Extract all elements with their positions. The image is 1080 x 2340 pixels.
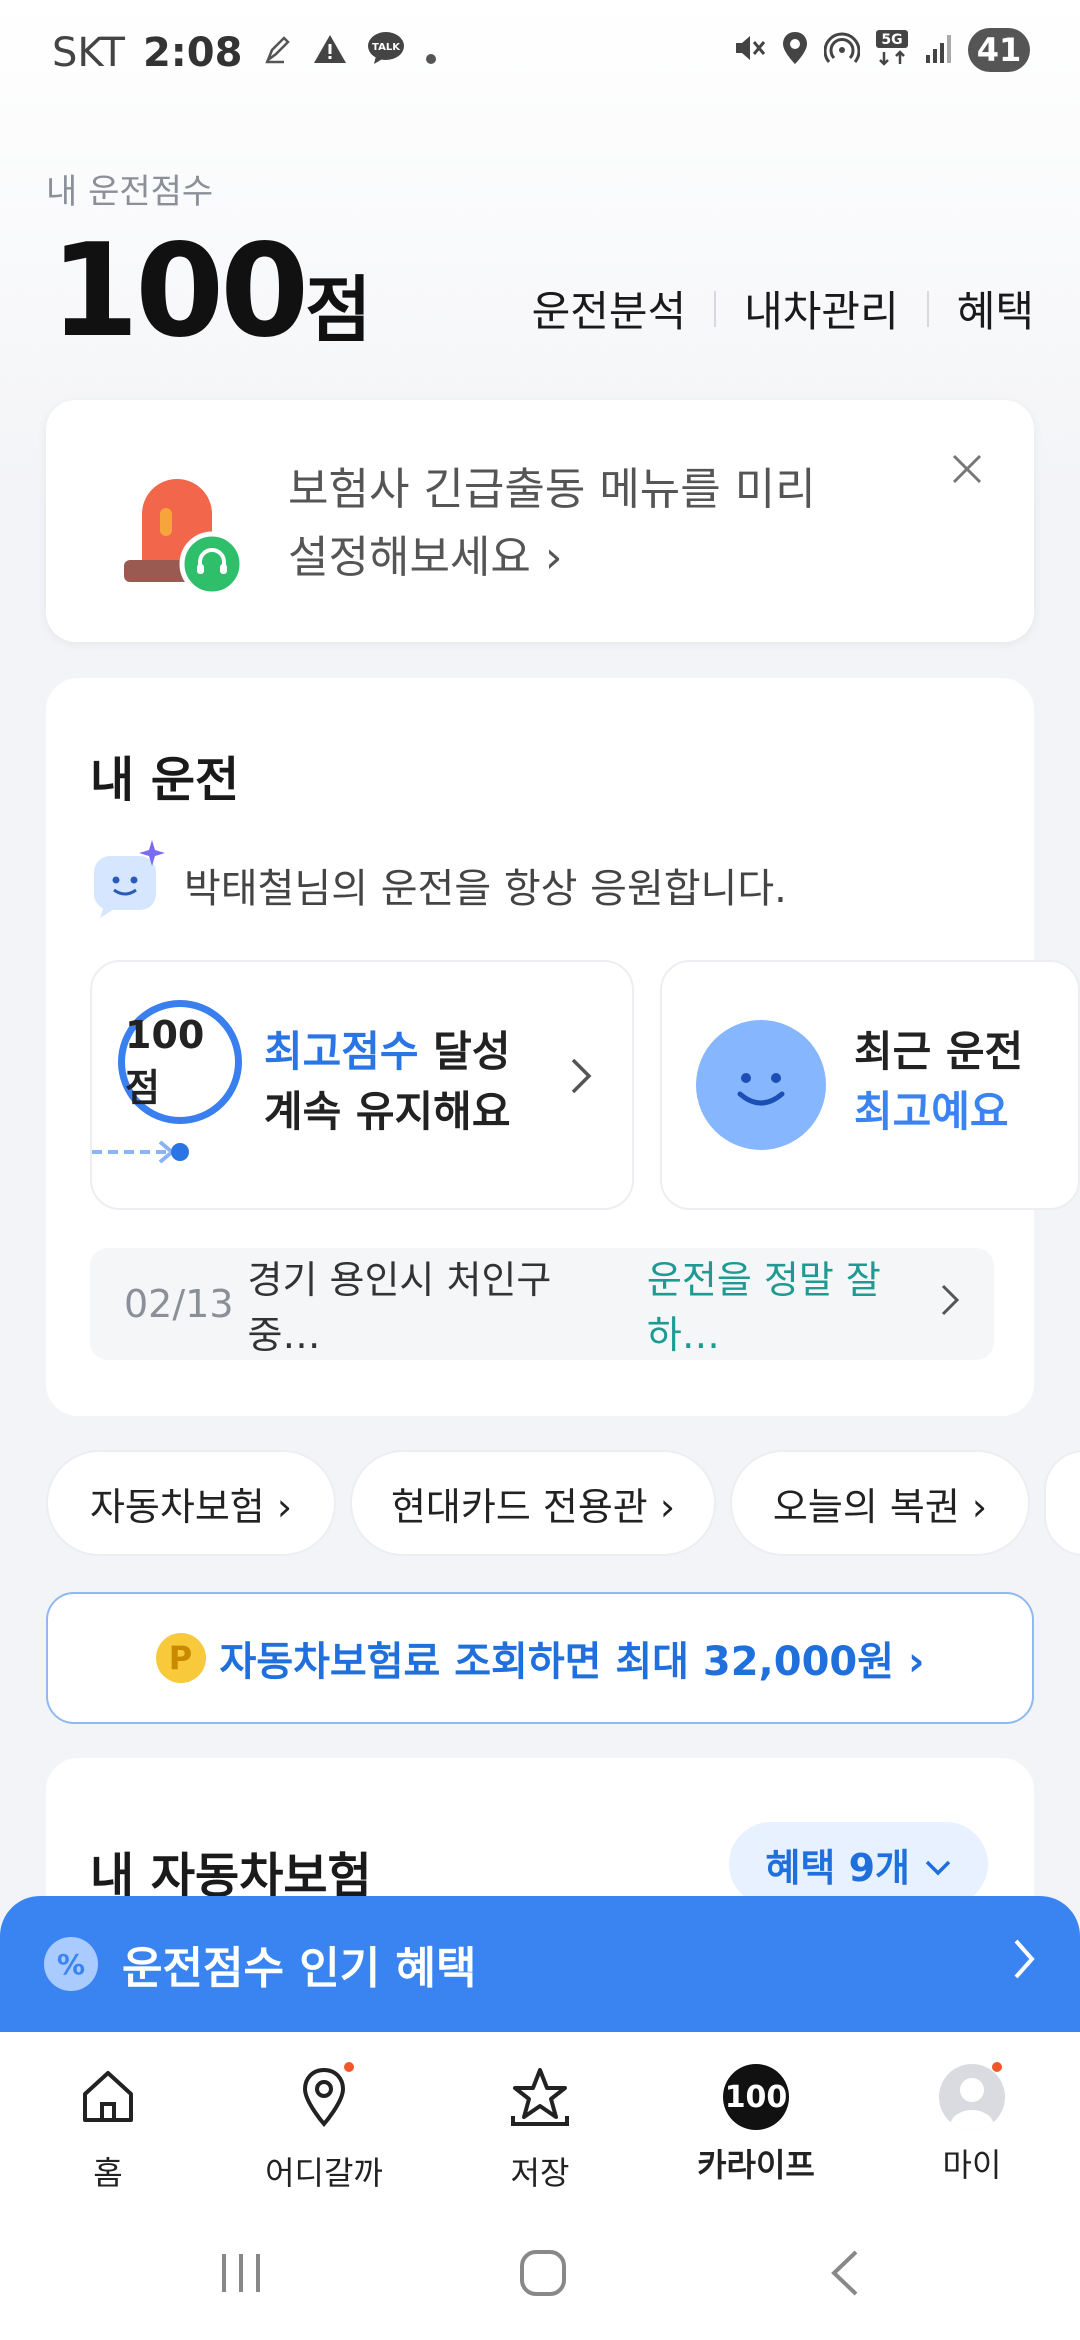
star-icon	[507, 2064, 573, 2138]
benefits-count: 혜택 9개	[765, 1845, 910, 1890]
chip-more[interactable]	[1044, 1450, 1080, 1556]
nav-saved-label: 저장	[510, 2154, 570, 2192]
my-driving-card: 내 운전 박태철님의 운전을 항상 응원합니다. 100점 최고점수 달성 계속…	[46, 678, 1080, 1416]
best-score-line-2: 계속 유지해요	[264, 1087, 511, 1136]
divider	[926, 290, 929, 327]
progress-arrow-icon	[92, 1136, 202, 1170]
mute-icon	[730, 30, 766, 70]
nav-where-to-go[interactable]: 어디갈까	[216, 2032, 432, 2200]
status-bar: SKT 2:08 TALK 5G 41	[0, 0, 1080, 112]
recent-drive-comment: 운전을 정말 잘하…	[646, 1258, 881, 1357]
score-badge-icon: 100	[723, 2064, 789, 2130]
notification-dot	[992, 2062, 1002, 2072]
driving-score: 100점	[50, 222, 371, 380]
emergency-banner[interactable]: 보험사 긴급출동 메뉴를 미리 설정해보세요 ›	[46, 400, 1034, 642]
avatar	[939, 2064, 1005, 2130]
nav-my-label: 마이	[942, 2146, 1002, 2184]
nav-saved[interactable]: 저장	[432, 2032, 648, 2200]
bottom-nav: 홈 어디갈까 저장 100 카라이프 마이	[0, 2032, 1080, 2200]
notification-dot	[344, 2062, 354, 2072]
top-nav: 운전분석 내차관리 혜택	[532, 278, 1034, 339]
banner-line-1: 보험사 긴급출동 메뉴를 미리	[288, 464, 816, 515]
recent-drive-row[interactable]: 02/13 경기 용인시 처인구 중… 운전을 정말 잘하…	[90, 1248, 994, 1360]
recent-driving-line-2: 최고예요	[854, 1087, 1009, 1136]
recent-driving-text: 최근 운전 최고예요	[854, 1022, 1080, 1142]
hotspot-icon	[823, 30, 861, 70]
score-unit: 점	[305, 268, 372, 352]
back-icon[interactable]	[826, 2248, 866, 2302]
warning-icon	[312, 30, 348, 76]
clock: 2:08	[142, 30, 243, 76]
cheer-message: 박태철님의 운전을 항상 응원합니다.	[90, 838, 787, 932]
nav-home-label: 홈	[93, 2154, 123, 2192]
benefits-dropdown[interactable]: 혜택 9개	[729, 1822, 988, 1906]
system-nav-bar	[0, 2200, 1080, 2340]
promo-text: 자동차보험료 조회하면 최대 32,000원 ›	[219, 1639, 925, 1685]
nav-car-management[interactable]: 내차관리	[744, 278, 899, 339]
status-right: 5G 41	[730, 28, 1030, 72]
svg-text:TALK: TALK	[373, 42, 402, 53]
location-icon	[780, 30, 810, 70]
percent-badge-icon: %	[44, 1937, 98, 1991]
nav-driving-analysis[interactable]: 운전분석	[532, 278, 687, 339]
best-score-card[interactable]: 100점 최고점수 달성 계속 유지해요	[90, 960, 634, 1210]
best-score-line-1-rest: 달성	[418, 1027, 511, 1076]
recent-drive-location: 경기 용인시 처인구 중…	[247, 1258, 552, 1357]
best-score-text: 최고점수 달성 계속 유지해요	[264, 1022, 510, 1142]
smile-face-icon	[696, 1020, 826, 1150]
score-label: 내 운전점수	[46, 172, 214, 212]
sparkle-face-icon	[90, 838, 166, 932]
point-coin-icon: P	[155, 1633, 206, 1683]
best-score-line-1: 최고점수 달성	[264, 1022, 510, 1082]
network-label: 5G	[881, 32, 902, 48]
pen-icon	[260, 30, 294, 76]
chip-car-insurance[interactable]: 자동차보험 ›	[46, 1450, 336, 1556]
chip-lottery[interactable]: 오늘의 복권 ›	[730, 1450, 1030, 1556]
nav-carlife-label: 카라이프	[697, 2146, 815, 2184]
talk-icon: TALK	[366, 30, 406, 76]
nav-benefits[interactable]: 혜택	[957, 278, 1034, 339]
home-icon	[75, 2064, 141, 2138]
score-ring: 100점	[118, 1000, 242, 1124]
section-title: 내 운전	[90, 752, 240, 808]
location-pin-icon	[291, 2064, 357, 2138]
nav-where-to-go-label: 어디갈까	[265, 2154, 383, 2192]
chevron-right-icon	[1012, 1935, 1036, 1993]
cheer-text: 박태철님의 운전을 항상 응원합니다.	[184, 866, 787, 912]
status-left: SKT 2:08 TALK	[52, 30, 438, 76]
banner-text: 보험사 긴급출동 메뉴를 미리 설정해보세요 ›	[288, 456, 816, 592]
network-5g-icon: 5G	[874, 28, 910, 72]
chevron-right-icon	[940, 1282, 960, 1327]
banner-line-2: 설정해보세요 ›	[288, 532, 563, 583]
divider	[714, 290, 717, 327]
recent-driving-card[interactable]: 최근 운전 최고예요	[660, 960, 1080, 1210]
siren-icon	[112, 464, 245, 598]
more-dot-icon	[424, 30, 438, 76]
chevron-down-icon	[924, 1842, 952, 1886]
recent-driving-line-1: 최근 운전	[854, 1027, 1024, 1076]
insurance-promo-button[interactable]: P 자동차보험료 조회하면 최대 32,000원 ›	[46, 1592, 1034, 1724]
score-value: 100	[50, 217, 309, 366]
close-icon[interactable]	[950, 450, 984, 496]
battery-indicator: 41	[968, 28, 1030, 72]
popular-benefits-bar[interactable]: % 운전점수 인기 혜택	[0, 1896, 1080, 2032]
nav-home[interactable]: 홈	[0, 2032, 216, 2200]
signal-icon	[924, 31, 954, 69]
recent-drive-date: 02/13	[124, 1282, 234, 1326]
nav-my[interactable]: 마이	[864, 2032, 1080, 2200]
popular-benefits-text: 운전점수 인기 혜택	[122, 1943, 477, 1994]
chip-hyundai-card[interactable]: 현대카드 전용관 ›	[350, 1450, 716, 1556]
recent-apps-icon[interactable]	[216, 2250, 266, 2300]
best-score-highlight: 최고점수	[264, 1027, 419, 1076]
carrier: SKT	[52, 30, 125, 76]
nav-carlife[interactable]: 100 카라이프	[648, 2032, 864, 2200]
chevron-right-icon	[570, 1056, 592, 1107]
home-button-icon[interactable]	[518, 2248, 568, 2302]
